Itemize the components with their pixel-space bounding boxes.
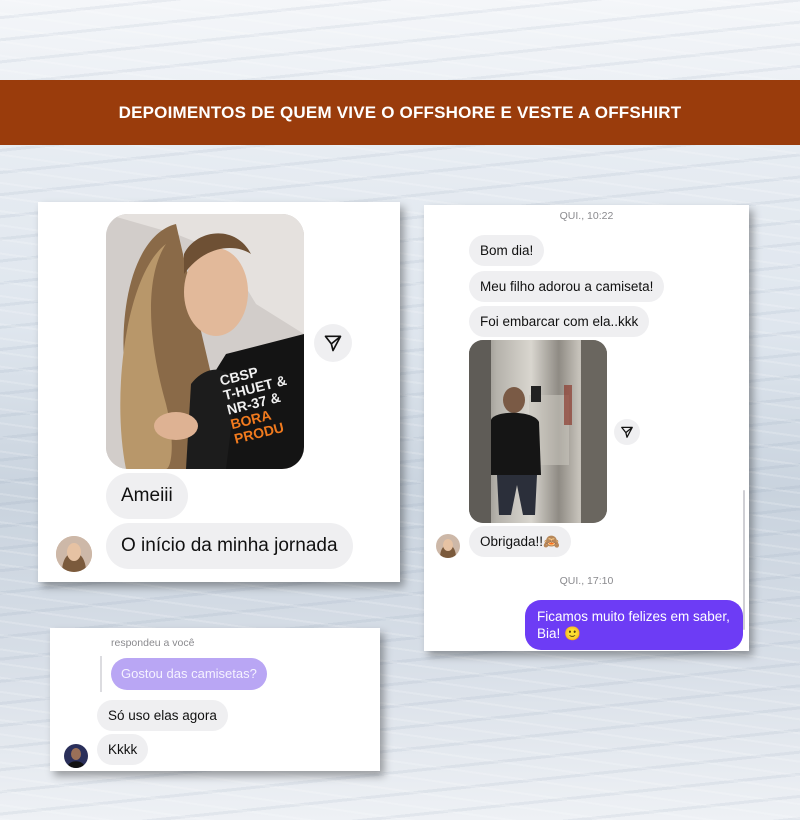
header-banner: DEPOIMENTOS DE QUEM VIVE O OFFSHORE E VE… [0, 80, 800, 145]
timestamp: QUI., 10:22 [559, 210, 614, 222]
outgoing-message: Ficamos muito felizes em saber, Bia! 🙂 [525, 600, 743, 650]
message-bubble: Meu filho adorou a camiseta! [469, 271, 665, 302]
shared-photo[interactable]: CBSP T-HUET & NR-37 & BORA PRODU [106, 214, 304, 469]
send-icon [324, 335, 342, 352]
testimonial-card-2: QUI., 10:22 Bom dia! Meu filho adorou a … [424, 205, 749, 651]
avatar-man-icon [64, 744, 88, 768]
message-bubble: Ameiii [106, 473, 188, 519]
reply-indicator [100, 656, 102, 692]
reply-label: respondeu a você [111, 637, 195, 649]
quoted-message: Gostou das camisetas? [111, 658, 267, 690]
message-bubble: Kkkk [97, 734, 149, 765]
message-bubble: O início da minha jornada [106, 523, 353, 569]
send-icon [621, 426, 633, 438]
message-bubble: Só uso elas agora [97, 700, 228, 731]
message-bubble: Obrigada!!🙈 [469, 526, 571, 557]
testimonial-card-1: CBSP T-HUET & NR-37 & BORA PRODU Ameiii … [38, 202, 400, 582]
message-bubble: Bom dia! [469, 235, 545, 266]
timestamp: QUI., 17:10 [559, 575, 614, 587]
banner-title: DEPOIMENTOS DE QUEM VIVE O OFFSHORE E VE… [118, 102, 682, 122]
avatar-woman-icon [56, 536, 92, 572]
scrollbar[interactable] [743, 490, 745, 630]
message-bubble: Foi embarcar com ela..kkk [469, 306, 650, 337]
sender-avatar[interactable] [64, 744, 88, 768]
man-selfie-illustration [469, 340, 607, 523]
avatar-woman-icon [436, 534, 460, 558]
share-button[interactable] [614, 419, 640, 445]
shared-photo[interactable] [469, 340, 607, 523]
sender-avatar[interactable] [56, 536, 92, 572]
share-button[interactable] [314, 324, 352, 362]
sender-avatar[interactable] [436, 534, 460, 558]
testimonial-card-3: respondeu a você Gostou das camisetas? S… [50, 628, 380, 771]
